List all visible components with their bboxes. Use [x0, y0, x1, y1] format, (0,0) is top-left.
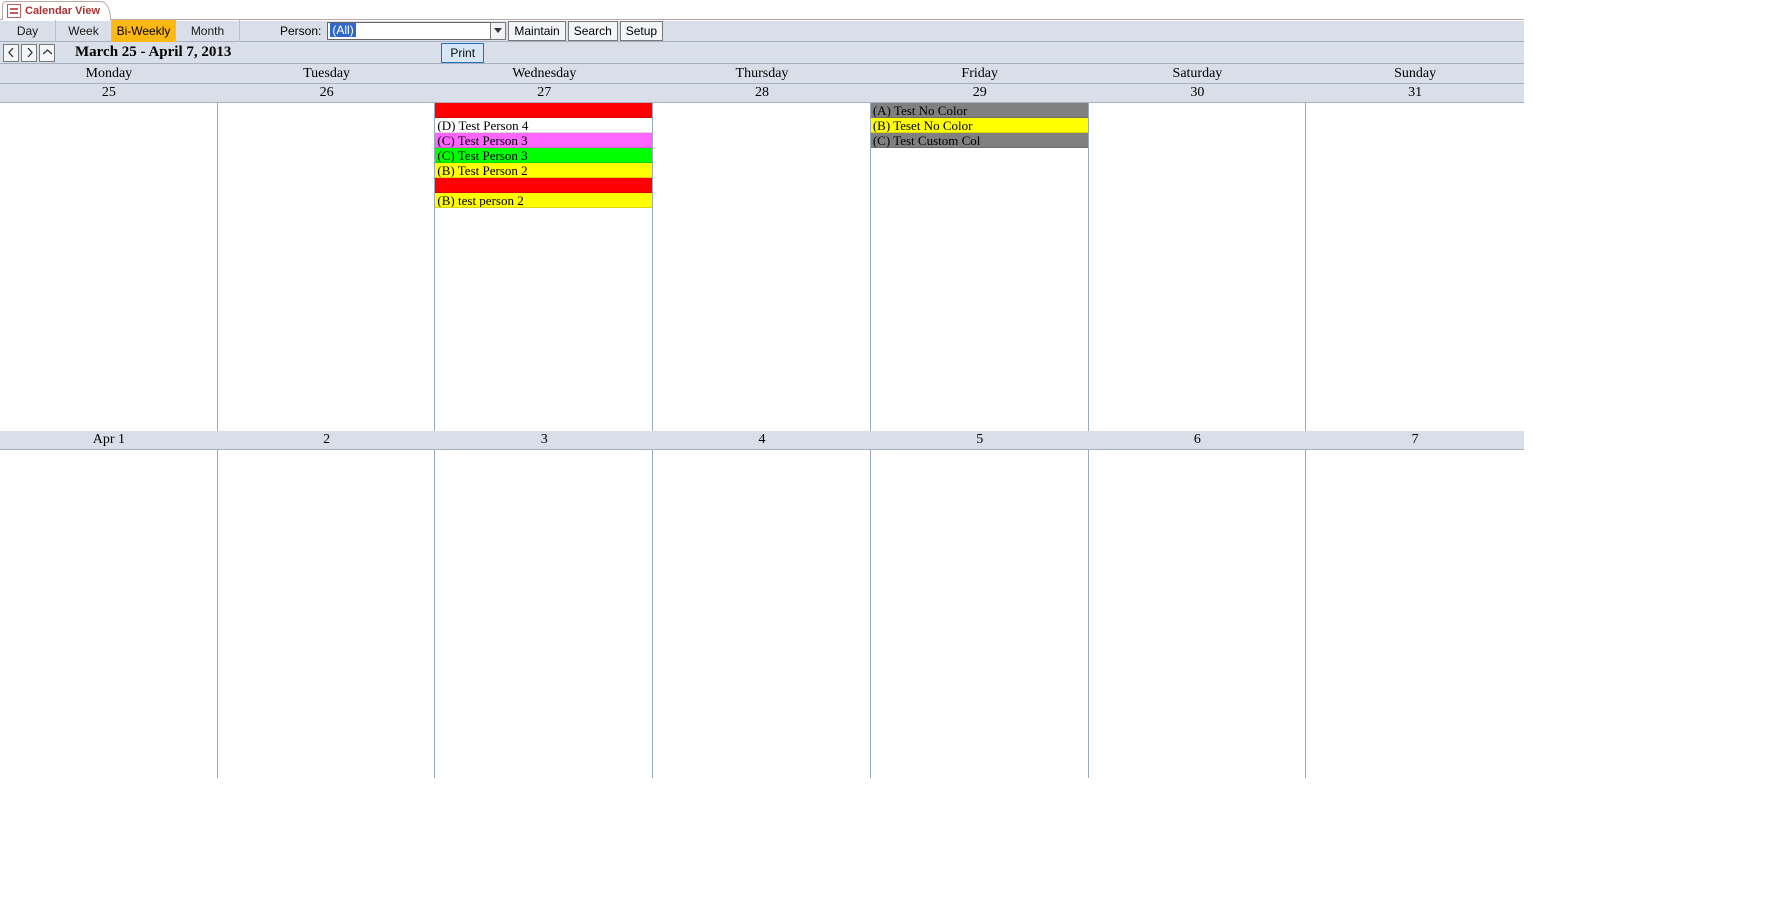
nav-row: March 25 - April 7, 2013 Print: [0, 42, 1524, 64]
calendar-event[interactable]: (A) test person 1: [435, 178, 652, 193]
chevron-down-icon: [494, 28, 502, 34]
date-cell: 6: [1089, 431, 1307, 449]
calendar-event[interactable]: (D) Test Person 4: [435, 118, 652, 133]
date-cell: 29: [871, 84, 1089, 102]
document-tabs: Calendar View: [0, 0, 1524, 20]
dow-cell: Thursday: [653, 64, 871, 83]
tab-calendar-view[interactable]: Calendar View: [2, 1, 111, 20]
search-button[interactable]: Search: [568, 21, 618, 41]
person-dropdown-button[interactable]: [490, 22, 506, 40]
date-cell: 4: [653, 431, 871, 449]
tab-label: Calendar View: [25, 5, 100, 17]
view-biweekly-button[interactable]: Bi-Weekly: [112, 20, 176, 42]
person-value: (All): [330, 23, 355, 37]
dow-cell: Friday: [871, 64, 1089, 83]
person-label: Person:: [280, 24, 321, 38]
setup-button[interactable]: Setup: [620, 21, 663, 41]
next-button[interactable]: [21, 44, 37, 62]
day-column[interactable]: [218, 450, 436, 778]
day-column[interactable]: (A) N/A(D) Test Person 4(C) Test Person …: [435, 103, 653, 431]
up-button[interactable]: [39, 44, 55, 62]
date-cell: Apr 1: [0, 431, 218, 449]
date-range: March 25 - April 7, 2013: [75, 44, 231, 61]
date-cell: 31: [1306, 84, 1524, 102]
dow-header: Monday Tuesday Wednesday Thursday Friday…: [0, 64, 1524, 84]
dow-cell: Saturday: [1089, 64, 1307, 83]
view-day-button[interactable]: Day: [0, 20, 56, 42]
chevron-left-icon: [8, 48, 15, 57]
calendar-event[interactable]: (B) Teset No Color: [871, 118, 1088, 133]
chevron-right-icon: [26, 48, 33, 57]
day-column[interactable]: (A) Test No Color(B) Teset No Color(C) T…: [871, 103, 1089, 431]
day-column[interactable]: [653, 450, 871, 778]
dow-cell: Sunday: [1306, 64, 1524, 83]
maintain-button[interactable]: Maintain: [508, 21, 565, 41]
person-combobox[interactable]: (All): [327, 22, 491, 40]
week1-body: (A) N/A(D) Test Person 4(C) Test Person …: [0, 103, 1524, 431]
calendar-event[interactable]: (B) test person 2: [435, 193, 652, 208]
view-month-button[interactable]: Month: [176, 20, 240, 42]
day-column[interactable]: [1089, 450, 1307, 778]
dow-cell: Tuesday: [218, 64, 436, 83]
dow-cell: Monday: [0, 64, 218, 83]
day-column[interactable]: [1306, 450, 1524, 778]
day-column[interactable]: [0, 103, 218, 431]
date-cell: 30: [1089, 84, 1307, 102]
date-cell: 27: [435, 84, 653, 102]
prev-button[interactable]: [3, 44, 19, 62]
date-cell: 5: [871, 431, 1089, 449]
day-column[interactable]: [871, 450, 1089, 778]
calendar-event[interactable]: (A) N/A: [435, 103, 652, 118]
calendar-event[interactable]: (B) Test Person 2: [435, 163, 652, 178]
date-cell: 3: [435, 431, 653, 449]
week1-date-header: 25 26 27 28 29 30 31: [0, 84, 1524, 103]
date-cell: 26: [218, 84, 436, 102]
date-cell: 7: [1306, 431, 1524, 449]
date-cell: 25: [0, 84, 218, 102]
day-column[interactable]: [1306, 103, 1524, 431]
date-cell: 2: [218, 431, 436, 449]
date-cell: 28: [653, 84, 871, 102]
form-icon: [7, 4, 21, 18]
dow-cell: Wednesday: [435, 64, 653, 83]
week2-body: [0, 450, 1524, 778]
chevron-up-icon: [43, 49, 52, 56]
day-column[interactable]: [653, 103, 871, 431]
day-column[interactable]: [0, 450, 218, 778]
calendar-event[interactable]: (C) Test Person 3: [435, 148, 652, 163]
view-week-button[interactable]: Week: [56, 20, 112, 42]
day-column[interactable]: [435, 450, 653, 778]
print-button[interactable]: Print: [441, 43, 484, 63]
calendar-event[interactable]: (A) Test No Color: [871, 103, 1088, 118]
toolbar: Day Week Bi-Weekly Month Person: (All) M…: [0, 20, 1524, 42]
tabstrip-divider: [0, 19, 1524, 20]
calendar-event[interactable]: (C) Test Person 3: [435, 133, 652, 148]
week2-date-header: Apr 1 2 3 4 5 6 7: [0, 431, 1524, 450]
day-column[interactable]: [1089, 103, 1307, 431]
calendar-event[interactable]: (C) Test Custom Col: [871, 133, 1088, 148]
day-column[interactable]: [218, 103, 436, 431]
